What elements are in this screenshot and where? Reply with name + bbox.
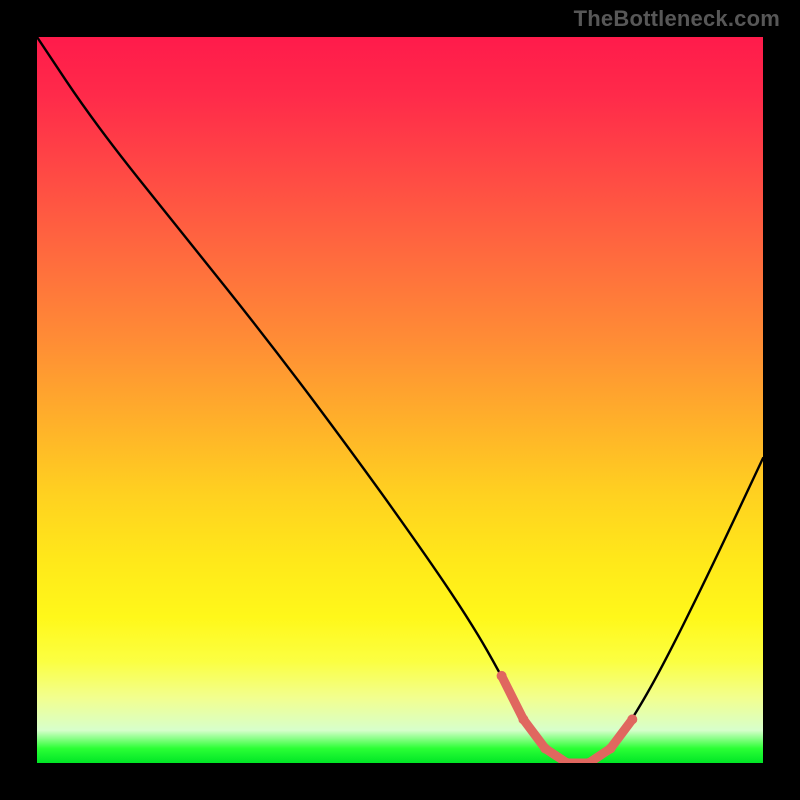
bottleneck-curve — [37, 37, 763, 763]
valley-dot — [497, 671, 507, 681]
valley-dot — [606, 744, 616, 754]
valley-dot — [627, 714, 637, 724]
plot-area — [37, 37, 763, 763]
valley-highlight — [497, 671, 638, 763]
curve-path — [37, 37, 763, 763]
chart-frame: TheBottleneck.com — [0, 0, 800, 800]
watermark-text: TheBottleneck.com — [574, 6, 780, 32]
valley-dot — [540, 744, 550, 754]
valley-dot — [518, 714, 528, 724]
